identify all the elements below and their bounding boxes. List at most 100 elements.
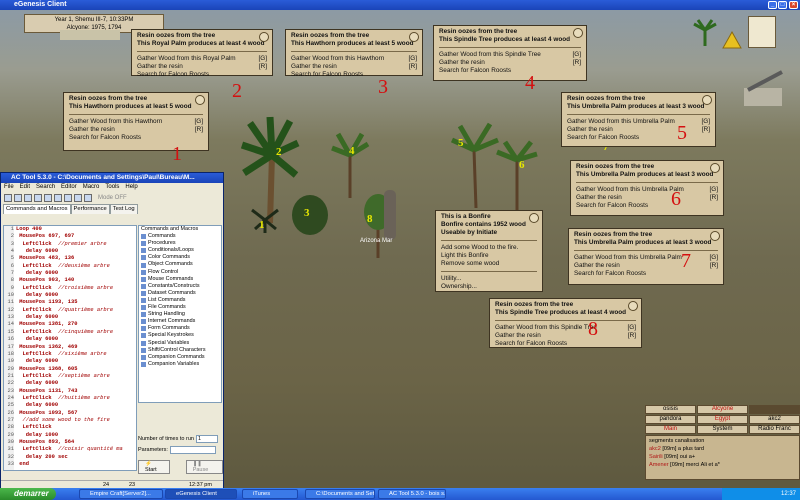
popup-icon[interactable]: [573, 28, 583, 38]
menu-file[interactable]: File: [4, 183, 14, 192]
tab-performance[interactable]: Performance: [70, 204, 110, 214]
gather-resin-action[interactable]: Gather the resin [R]: [439, 59, 581, 67]
gather-resin-action[interactable]: Gather the resin [R]: [574, 262, 718, 270]
command-item[interactable]: Dataset Commands: [141, 290, 221, 297]
popup-icon[interactable]: [628, 301, 638, 311]
gather-resin-action[interactable]: Gather the resin [R]: [495, 332, 636, 340]
menu-macro[interactable]: Macro: [83, 183, 100, 192]
chat-tab[interactable]: Main: [645, 425, 696, 434]
gather-wood-action[interactable]: Gather Wood from this Hawthorn [G]: [69, 118, 203, 126]
gather-wood-action[interactable]: Gather Wood from this Umbrella Palm [G]: [567, 118, 710, 126]
remove-wood-action[interactable]: Remove some wood: [441, 260, 537, 268]
command-item[interactable]: Internet Commands: [141, 318, 221, 325]
task-explorer[interactable]: C:\Documents and Sett...: [305, 489, 375, 499]
search-falcon-action[interactable]: Search for Falcon Roosts: [495, 340, 636, 348]
command-item[interactable]: Mouse Commands: [141, 276, 221, 283]
chat-tab[interactable]: Alcyone: [697, 405, 748, 414]
run-icon[interactable]: [74, 194, 82, 202]
hud-pyramid-icon[interactable]: [722, 30, 742, 50]
pause-button[interactable]: ❚❚ Pause: [185, 460, 223, 474]
command-item[interactable]: Special Keystrokes: [141, 332, 221, 339]
minimize-button[interactable]: _: [768, 1, 777, 9]
copy-icon[interactable]: [44, 194, 52, 202]
gather-resin-action[interactable]: Gather the resin [R]: [567, 126, 710, 134]
search-falcon-action[interactable]: Search for Falcon Roosts: [69, 134, 203, 142]
command-item[interactable]: Form Commands: [141, 325, 221, 332]
menu-help[interactable]: Help: [125, 183, 137, 192]
cut-icon[interactable]: [34, 194, 42, 202]
hawthorn-bush-1[interactable]: [250, 205, 280, 235]
popup-icon[interactable]: [529, 213, 539, 223]
tab-test-log[interactable]: Test Log: [109, 204, 138, 214]
task-egenesis[interactable]: eGenesis Client: [165, 489, 237, 499]
params-input[interactable]: [169, 446, 216, 454]
command-item[interactable]: Object Commands: [141, 261, 221, 268]
task-actool[interactable]: AC Tool 5.3.0 - bois s...: [378, 489, 446, 499]
commands-tree[interactable]: Commands and Macros Commands Procedures Con…: [138, 225, 222, 403]
ownership-action[interactable]: Ownership...: [441, 283, 537, 291]
chat-tab[interactable]: pandora: [645, 415, 696, 424]
command-item[interactable]: Color Commands: [141, 254, 221, 261]
search-icon[interactable]: [64, 194, 72, 202]
add-wood-action[interactable]: Add some Wood to the fire.: [441, 244, 537, 252]
command-item[interactable]: Shift/Control Characters: [141, 347, 221, 354]
command-item[interactable]: Commands and Macros: [141, 226, 221, 233]
mode-toggle[interactable]: Mode OFF: [98, 195, 127, 201]
start-button[interactable]: ⚡ Start: [138, 460, 170, 474]
menu-search[interactable]: Search: [36, 183, 55, 192]
chat-tab[interactable]: [749, 405, 800, 414]
search-falcon-action[interactable]: Search for Falcon Roosts: [567, 134, 710, 142]
gather-wood-action[interactable]: Gather Wood from this Royal Palm [G]: [137, 55, 267, 63]
popup-icon[interactable]: [195, 95, 205, 105]
popup-icon[interactable]: [710, 231, 720, 241]
start-button[interactable]: demarrer: [0, 488, 56, 500]
gather-resin-action[interactable]: Gather the resin [R]: [137, 63, 267, 71]
menu-editor[interactable]: Editor: [61, 183, 77, 192]
gather-wood-action[interactable]: Gather Wood from this Hawthorn [G]: [291, 55, 417, 63]
command-item[interactable]: List Commands: [141, 297, 221, 304]
chat-tab[interactable]: System: [697, 425, 748, 434]
command-item[interactable]: Companion Variables: [141, 361, 221, 368]
command-item[interactable]: Procedures: [141, 240, 221, 247]
command-item[interactable]: Flow Control: [141, 269, 221, 276]
hawthorn-bush-3[interactable]: [290, 190, 330, 240]
stop-icon[interactable]: [84, 194, 92, 202]
task-itunes[interactable]: iTunes: [242, 489, 298, 499]
search-falcon-action[interactable]: Search for Falcon Roosts: [574, 270, 718, 278]
chat-tab[interactable]: osisis: [645, 405, 696, 414]
gather-wood-action[interactable]: Gather Wood from this Spindle Tree [G]: [495, 324, 636, 332]
new-file-icon[interactable]: [4, 194, 12, 202]
popup-icon[interactable]: [409, 32, 419, 42]
gather-resin-action[interactable]: Gather the resin [R]: [576, 194, 718, 202]
search-falcon-action[interactable]: Search for Falcon Roosts: [137, 71, 267, 79]
command-item[interactable]: Companion Commands: [141, 354, 221, 361]
gather-resin-action[interactable]: Gather the resin [R]: [291, 63, 417, 71]
script-editor[interactable]: 1 2 3 4 5 6 7 8 9 10 11 12 13 14 15 16 17 18 19 20 21 22 23 24 2…: [3, 225, 137, 471]
command-item[interactable]: Conditionals/Loops: [141, 247, 221, 254]
menu-edit[interactable]: Edit: [20, 183, 30, 192]
open-file-icon[interactable]: [14, 194, 22, 202]
command-item[interactable]: Special Variables: [141, 340, 221, 347]
tab-commands-macros[interactable]: Commands and Macros: [3, 204, 71, 214]
popup-icon[interactable]: [702, 95, 712, 105]
paste-icon[interactable]: [54, 194, 62, 202]
times-input[interactable]: 1: [195, 435, 218, 443]
close-button[interactable]: ×: [789, 1, 798, 9]
command-item[interactable]: File Commands: [141, 304, 221, 311]
script-code[interactable]: Loop 400 MousePos 697, 697 LeftClick //p…: [16, 226, 136, 468]
popup-icon[interactable]: [259, 32, 269, 42]
light-bonfire-action[interactable]: Light this Bonfire: [441, 252, 537, 260]
chat-tab[interactable]: Radio Franc: [749, 425, 800, 434]
hud-scroll-icon[interactable]: [748, 16, 776, 48]
command-item[interactable]: Commands: [141, 233, 221, 240]
chat-tab[interactable]: akc2: [749, 415, 800, 424]
chat-tab[interactable]: Egypt: [697, 415, 748, 424]
gather-wood-action[interactable]: Gather Wood from this Spindle Tree [G]: [439, 51, 581, 59]
menu-tools[interactable]: Tools: [105, 183, 119, 192]
command-item[interactable]: Constants/Constructs: [141, 283, 221, 290]
utility-action[interactable]: Utility...: [441, 275, 537, 283]
gather-resin-action[interactable]: Gather the resin [R]: [69, 126, 203, 134]
command-item[interactable]: String Handling: [141, 311, 221, 318]
search-falcon-action[interactable]: Search for Falcon Roosts: [291, 71, 417, 79]
save-icon[interactable]: [24, 194, 32, 202]
